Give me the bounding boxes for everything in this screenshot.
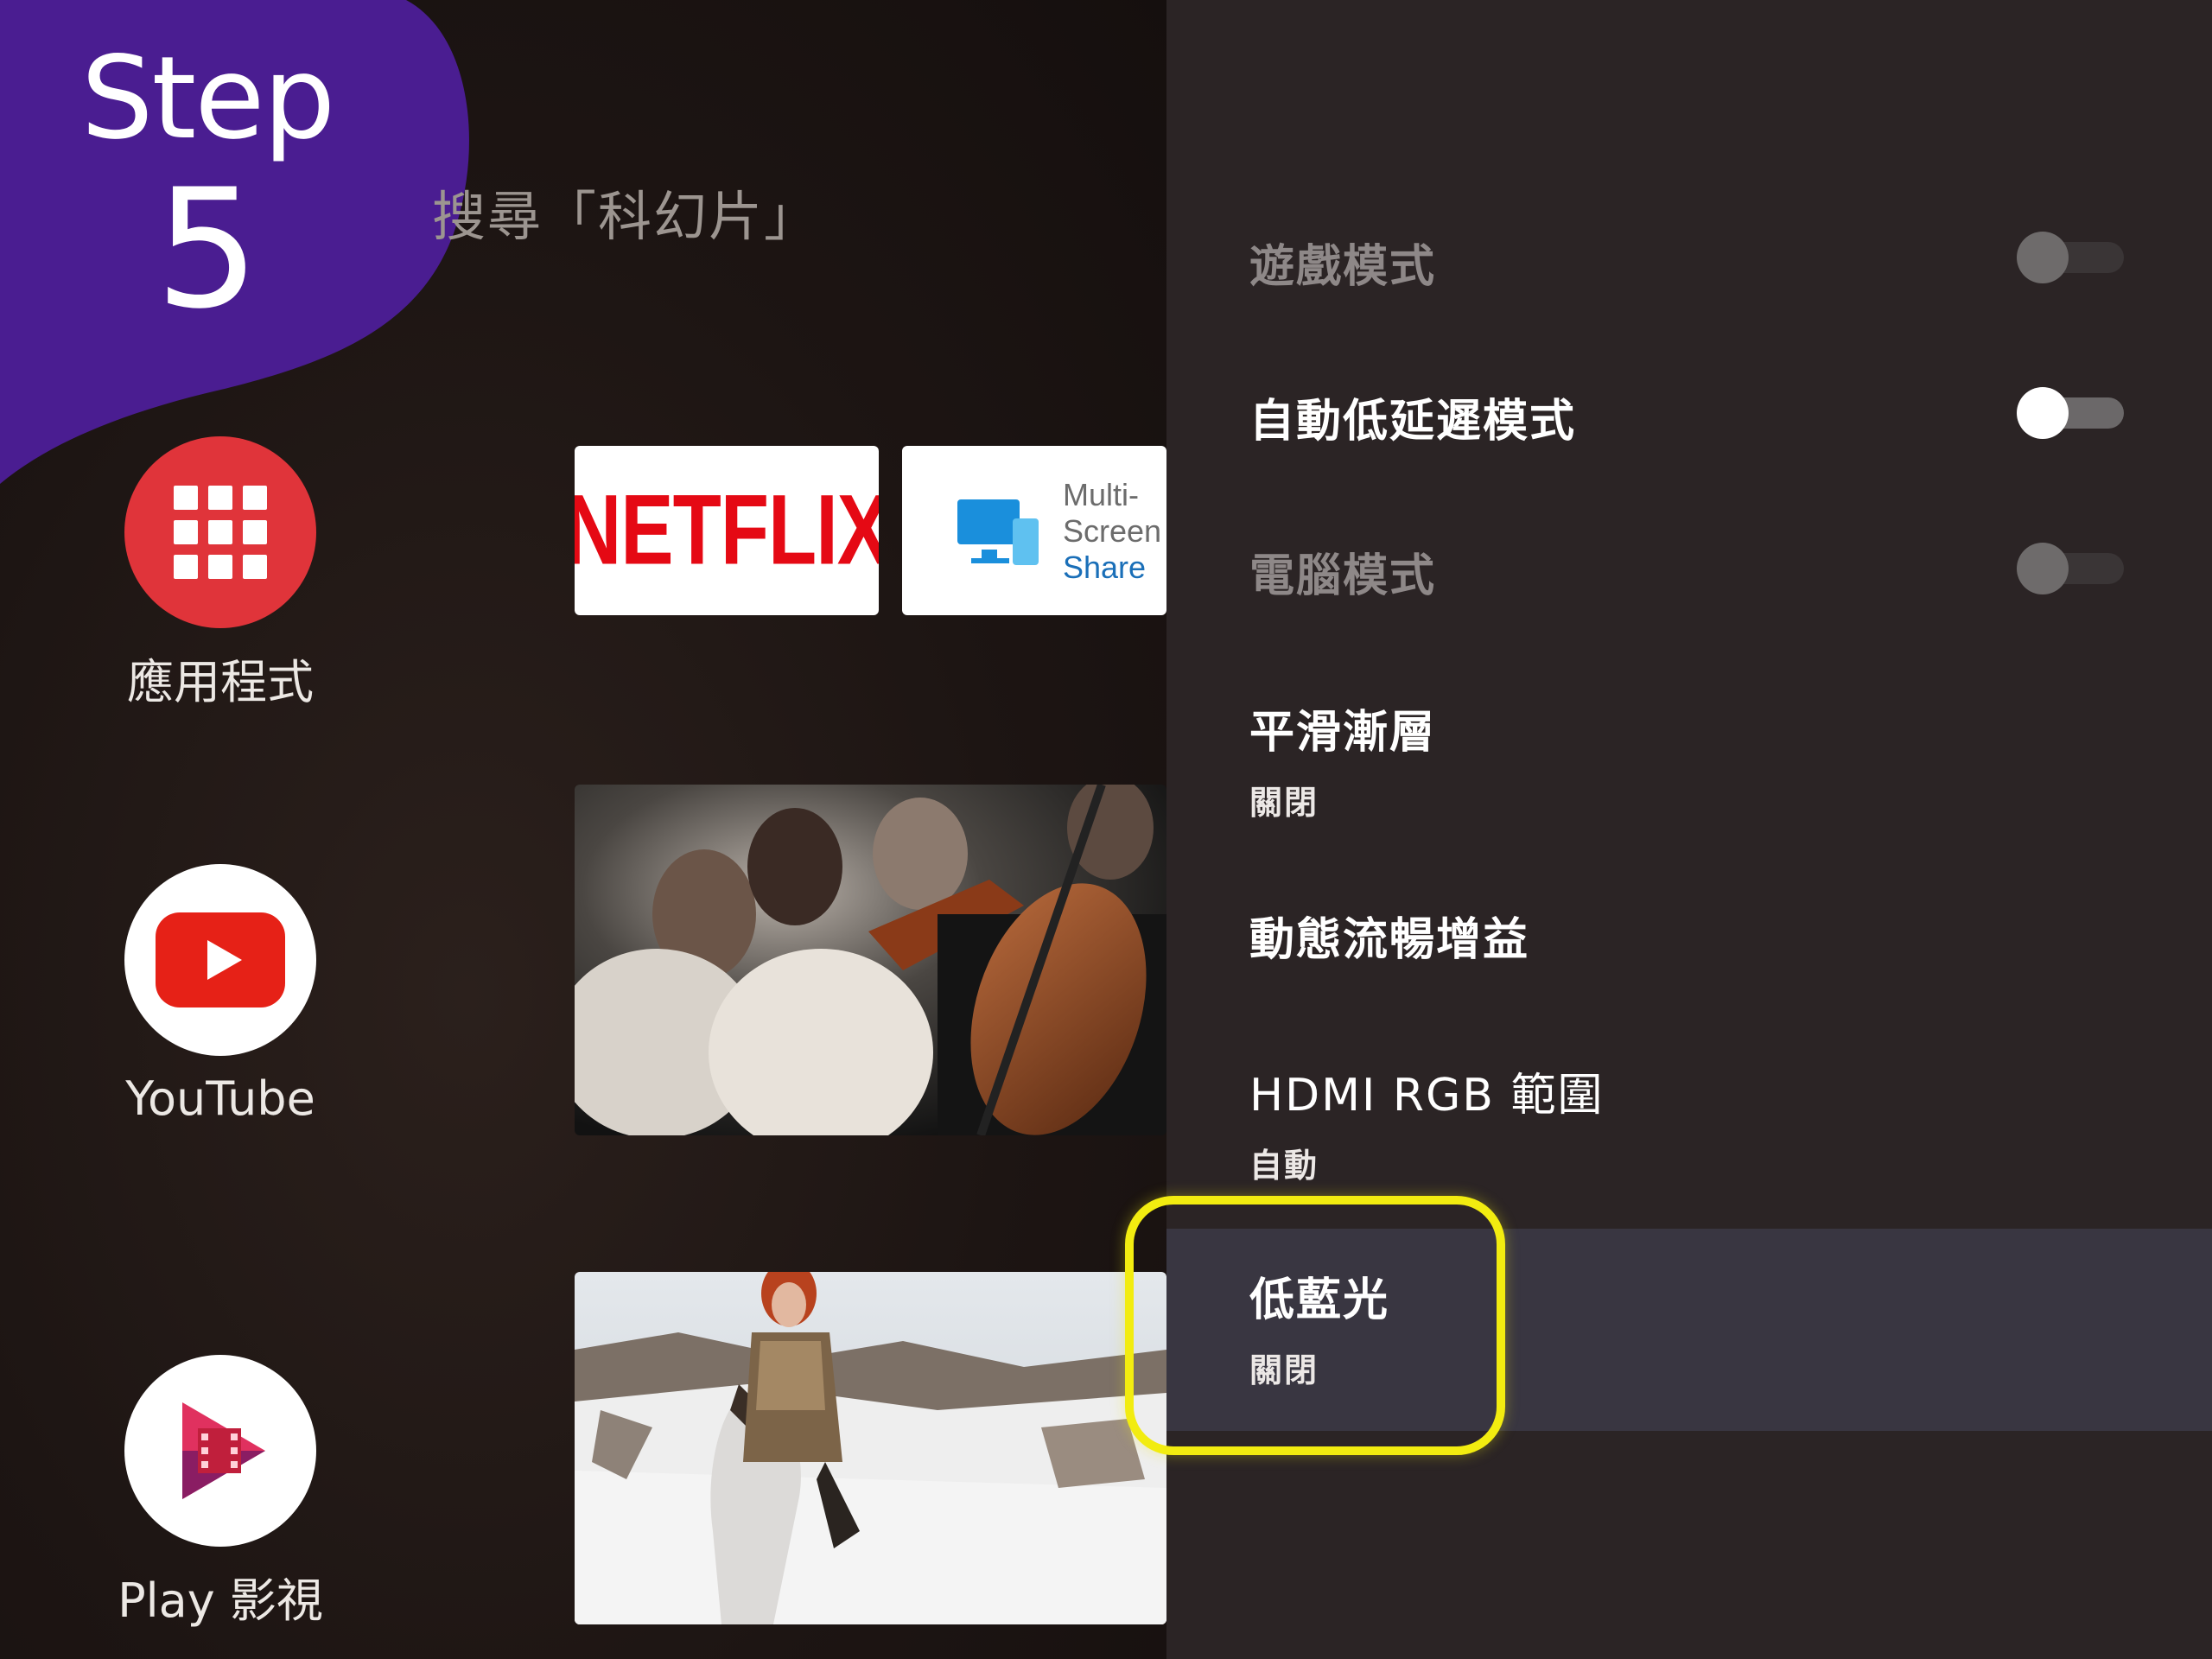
netflix-tile[interactable]: NETFLIX <box>575 446 879 615</box>
apps-grid-icon <box>124 436 316 628</box>
step-label: Step <box>80 32 336 165</box>
setting-title: 自動低延遲模式 <box>1249 396 1577 448</box>
auto-low-latency-toggle[interactable] <box>2017 387 2124 439</box>
setting-title: HDMI RGB 範圍 <box>1249 1070 1605 1122</box>
search-suggestion[interactable]: 搜尋「科幻片」 <box>432 173 819 251</box>
setting-value: 自動 <box>1249 1147 1319 1185</box>
multiscreen-label-1: Multi- <box>1063 477 1139 512</box>
setting-smooth-gradation[interactable]: 平滑漸層 關閉 <box>1249 696 1436 823</box>
multiscreen-label-2: Screen <box>1063 513 1162 549</box>
setting-value: 關閉 <box>1249 784 1319 822</box>
rider-photo-tile[interactable] <box>575 1272 1166 1624</box>
setting-hdmi-rgb-range[interactable]: HDMI RGB 範圍 自動 <box>1249 1058 1605 1186</box>
orchestra-photo-tile[interactable] <box>575 785 1166 1135</box>
setting-motion-enhancement[interactable]: 動態流暢增益 <box>1249 903 1529 968</box>
setting-title: 遊戲模式 <box>1249 241 1437 293</box>
setting-title: 電腦模式 <box>1249 550 1437 602</box>
multiscreen-monitor-icon <box>957 499 1039 565</box>
setting-title: 動態流暢增益 <box>1249 914 1530 966</box>
setting-auto-low-latency-mode[interactable]: 自動低延遲模式 <box>1249 385 1576 449</box>
youtube-play-icon <box>124 864 316 1056</box>
app-label-youtube: YouTube <box>125 1071 315 1126</box>
multiscreen-label-3: Share <box>1063 550 1147 585</box>
setting-game-mode[interactable]: 遊戲模式 <box>1249 230 1436 295</box>
app-apps[interactable]: 應用程式 <box>86 436 354 712</box>
app-play-movies[interactable]: Play 影視 <box>86 1355 354 1630</box>
play-movies-icon <box>124 1355 316 1547</box>
setting-pc-mode[interactable]: 電腦模式 <box>1249 539 1436 604</box>
setting-title: 平滑漸層 <box>1249 707 1437 759</box>
netflix-logo: NETFLIX <box>575 474 879 586</box>
step-badge: Step 5 <box>0 41 415 332</box>
step-number: 5 <box>155 154 260 345</box>
multiscreen-share-tile[interactable]: Multi- Screen Share <box>902 446 1166 615</box>
app-label-apps: 應用程式 <box>127 655 314 709</box>
game-mode-toggle[interactable] <box>2017 232 2124 283</box>
app-youtube[interactable]: YouTube <box>86 864 354 1126</box>
app-label-play-movies: Play 影視 <box>118 1573 323 1628</box>
pc-mode-toggle[interactable] <box>2017 543 2124 594</box>
highlight-annotation-box <box>1125 1196 1505 1455</box>
